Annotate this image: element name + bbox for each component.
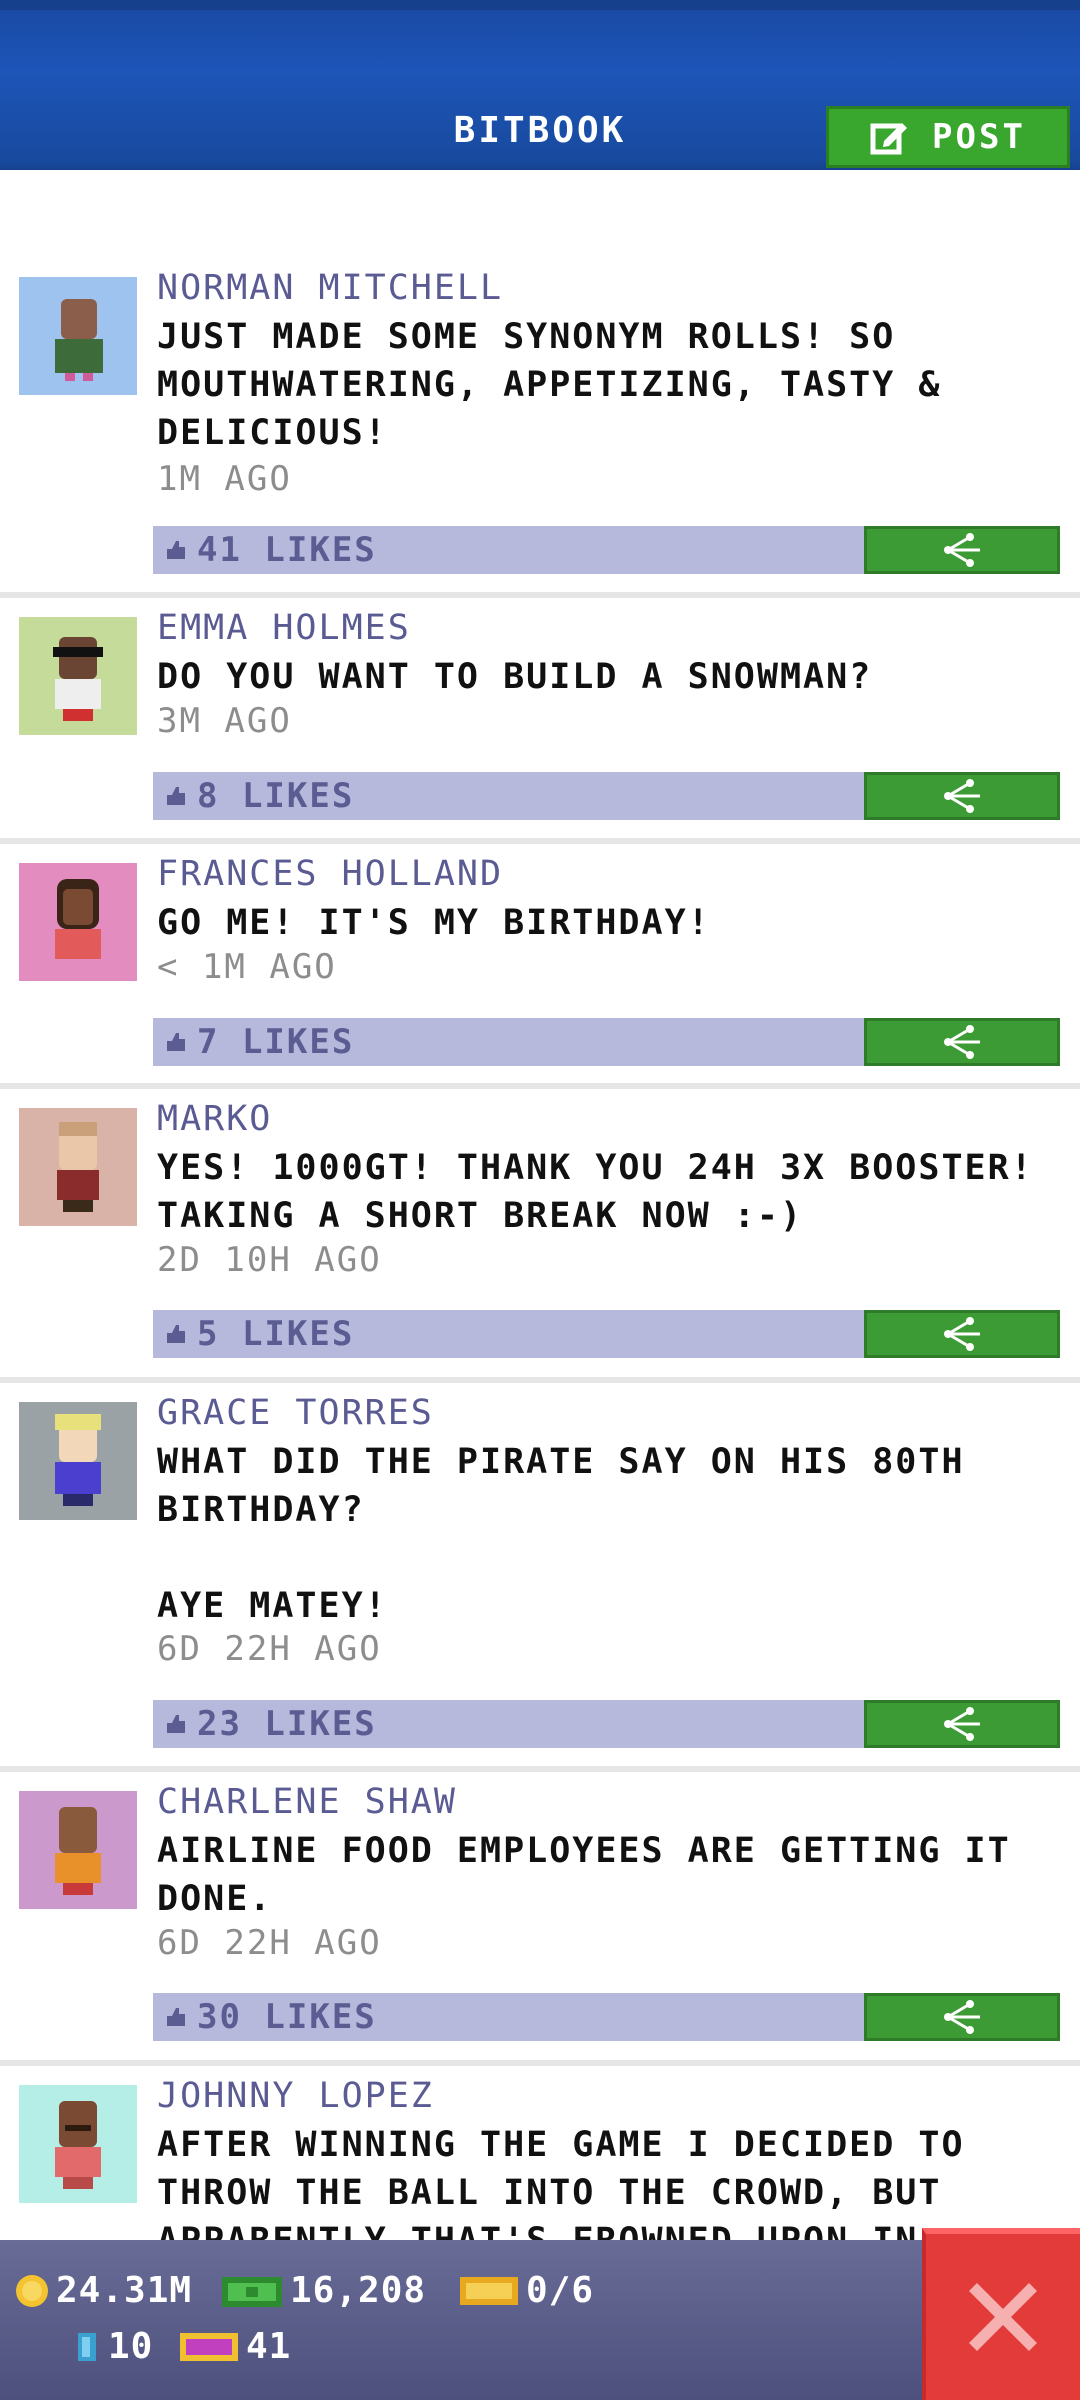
post-author[interactable]: JOHNNY LOPEZ [157, 2076, 434, 2116]
like-icon [167, 1033, 185, 1051]
post-author[interactable]: EMMA HOLMES [157, 608, 411, 648]
post-time: < 1M AGO [157, 947, 337, 987]
avatar[interactable] [19, 1402, 137, 1520]
app-header: BITBOOK POST [0, 0, 1080, 170]
avatar[interactable] [19, 863, 137, 981]
like-button[interactable]: 5 LIKES [153, 1310, 865, 1358]
share-icon [944, 1025, 980, 1059]
bux-icon [222, 2276, 282, 2307]
feed-post: EMMA HOLMES DO YOU WANT TO BUILD A SNOWM… [0, 598, 1080, 844]
post-message: YES! 1000GT! THANK YOU 24H 3X BOOSTER! T… [157, 1148, 1034, 1236]
post-message: GO ME! IT'S MY BIRTHDAY! [157, 903, 711, 943]
post-time: 2D 10H AGO [157, 1240, 382, 1280]
like-icon [167, 787, 185, 805]
likes-count: 7 LIKES [197, 1022, 355, 1062]
gems-stat: 10 [72, 2326, 153, 2367]
avatar[interactable] [19, 2085, 137, 2203]
coins-value: 24.31M [56, 2270, 193, 2311]
avatar[interactable] [19, 277, 137, 395]
share-icon [944, 2000, 980, 2034]
share-button[interactable] [864, 1310, 1060, 1358]
avatar[interactable] [19, 1108, 137, 1226]
like-icon [167, 1325, 185, 1343]
likes-count: 30 LIKES [197, 1997, 377, 2037]
feed-post: JOHNNY LOPEZ AFTER WINNING THE GAME I DE… [0, 2066, 1080, 2240]
post-time: 6D 22H AGO [157, 1629, 382, 1669]
likes-count: 23 LIKES [197, 1704, 377, 1744]
like-icon [167, 541, 185, 559]
share-button[interactable] [864, 1993, 1060, 2041]
post-button-label: POST [932, 117, 1026, 157]
gems-value: 10 [108, 2326, 154, 2367]
post-time: 1M AGO [157, 459, 292, 499]
bux-value: 16,208 [290, 2270, 427, 2311]
share-icon [944, 779, 980, 813]
post-author[interactable]: FRANCES HOLLAND [157, 854, 503, 894]
gem-icon [78, 2332, 96, 2361]
tickets-value: 0/6 [526, 2270, 595, 2311]
vip-value: 41 [246, 2326, 292, 2367]
like-icon [167, 2008, 185, 2026]
status-bar: 24.31M 16,208 0/6 10 41 [0, 2240, 1080, 2400]
vip-stat: 41 [178, 2326, 291, 2367]
feed-post: MARKO YES! 1000GT! THANK YOU 24H 3X BOOS… [0, 1089, 1080, 1383]
like-icon [167, 1715, 185, 1733]
like-button[interactable]: 23 LIKES [153, 1700, 865, 1748]
share-icon [944, 1317, 980, 1351]
post-message: WHAT DID THE PIRATE SAY ON HIS 80TH BIRT… [157, 1442, 965, 1626]
share-button[interactable] [864, 1700, 1060, 1748]
post-author[interactable]: NORMAN MITCHELL [157, 268, 503, 308]
likes-count: 5 LIKES [197, 1314, 355, 1354]
close-icon [969, 2283, 1037, 2351]
post-author[interactable]: GRACE TORRES [157, 1393, 434, 1433]
share-icon [944, 1707, 980, 1741]
like-button[interactable]: 41 LIKES [153, 526, 865, 574]
bux-stat: 16,208 [220, 2270, 426, 2311]
close-button[interactable] [922, 2228, 1080, 2400]
share-icon [944, 533, 980, 567]
share-button[interactable] [864, 526, 1060, 574]
avatar[interactable] [19, 1791, 137, 1909]
feed-post: CHARLENE SHAW AIRLINE FOOD EMPLOYEES ARE… [0, 1772, 1080, 2066]
like-button[interactable]: 8 LIKES [153, 772, 865, 820]
ticket-icon [460, 2276, 518, 2305]
feed-post: FRANCES HOLLAND GO ME! IT'S MY BIRTHDAY!… [0, 844, 1080, 1089]
likes-count: 41 LIKES [197, 530, 377, 570]
share-button[interactable] [864, 772, 1060, 820]
post-message: AIRLINE FOOD EMPLOYEES ARE GETTING IT DO… [157, 1831, 1011, 1919]
post-message: DO YOU WANT TO BUILD A SNOWMAN? [157, 657, 873, 697]
post-author[interactable]: CHARLENE SHAW [157, 1782, 457, 1822]
likes-count: 8 LIKES [197, 776, 355, 816]
post-message: AFTER WINNING THE GAME I DECIDED TO THRO… [157, 2125, 965, 2240]
coins-stat: 24.31M [14, 2270, 192, 2311]
vip-ticket-icon [180, 2332, 238, 2361]
tickets-stat: 0/6 [458, 2270, 594, 2311]
feed-post: NORMAN MITCHELL JUST MADE SOME SYNONYM R… [0, 170, 1080, 598]
feed-post: GRACE TORRES WHAT DID THE PIRATE SAY ON … [0, 1383, 1080, 1772]
feed[interactable]: NORMAN MITCHELL JUST MADE SOME SYNONYM R… [0, 170, 1080, 2240]
post-time: 3M AGO [157, 701, 292, 741]
like-button[interactable]: 30 LIKES [153, 1993, 865, 2041]
like-button[interactable]: 7 LIKES [153, 1018, 865, 1066]
post-time: 6D 22H AGO [157, 1923, 382, 1963]
avatar[interactable] [19, 617, 137, 735]
post-message: JUST MADE SOME SYNONYM ROLLS! SO MOUTHWA… [157, 317, 942, 453]
post-button[interactable]: POST [826, 106, 1070, 168]
post-author[interactable]: MARKO [157, 1099, 272, 1139]
coin-icon [16, 2274, 48, 2307]
compose-icon [870, 117, 910, 157]
share-button[interactable] [864, 1018, 1060, 1066]
